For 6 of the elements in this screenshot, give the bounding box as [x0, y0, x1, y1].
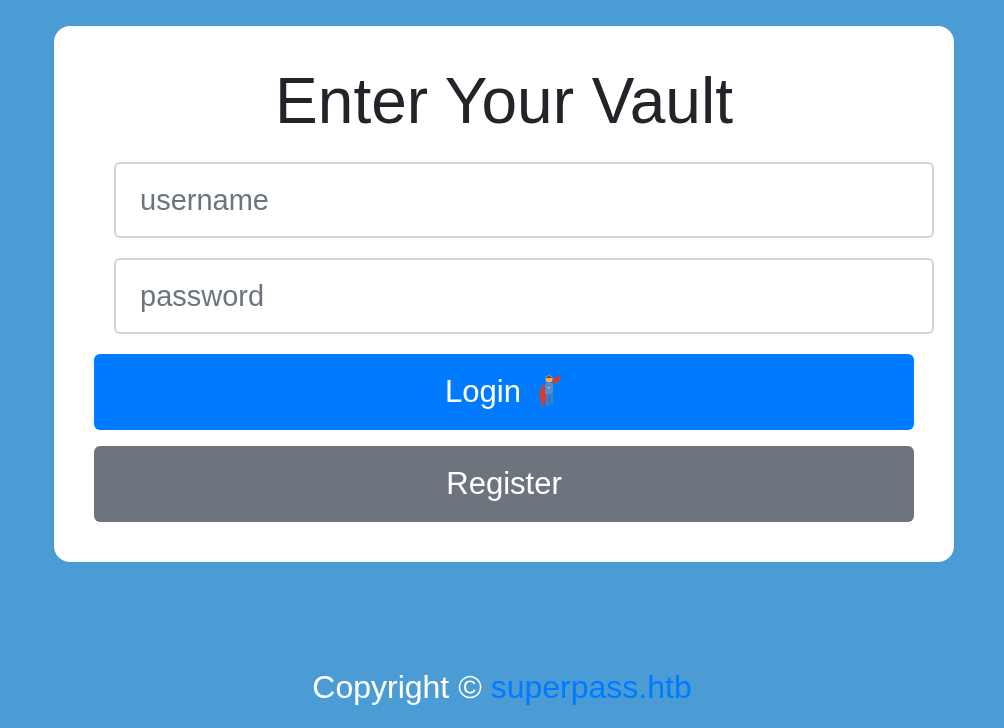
- login-button[interactable]: Login: [94, 354, 914, 430]
- copyright-text: Copyright ©: [312, 668, 482, 707]
- text-field[interactable]: password: [114, 258, 934, 334]
- register-button[interactable]: Register: [94, 446, 914, 522]
- page-title: Enter Your Vault: [274, 64, 734, 138]
- text-field[interactable]: username: [114, 162, 934, 238]
